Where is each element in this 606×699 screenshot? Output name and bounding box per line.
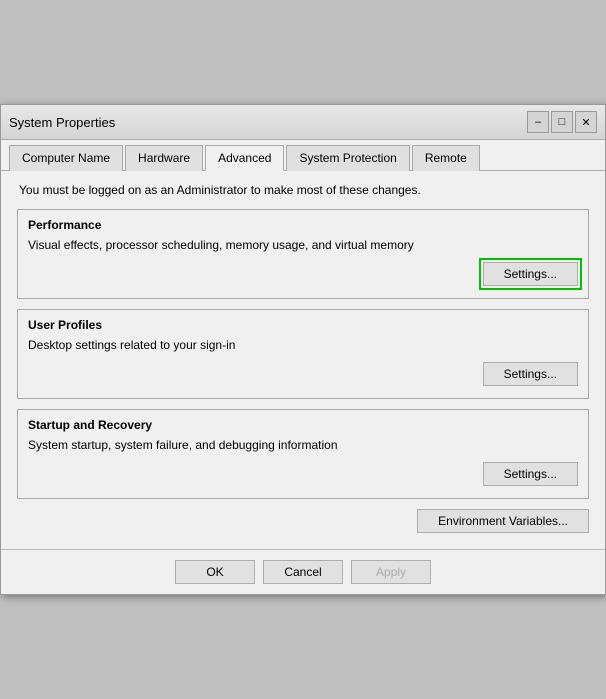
- cancel-button[interactable]: Cancel: [263, 560, 343, 584]
- tab-system-protection[interactable]: System Protection: [286, 145, 409, 171]
- startup-recovery-btn-row: Settings...: [28, 462, 578, 486]
- user-profiles-description: Desktop settings related to your sign-in: [28, 338, 578, 352]
- tab-advanced[interactable]: Advanced: [205, 145, 284, 171]
- system-properties-window: System Properties – □ ✕ Computer Name Ha…: [0, 104, 606, 595]
- performance-title: Performance: [28, 218, 578, 232]
- env-variables-row: Environment Variables...: [17, 509, 589, 533]
- window-title: System Properties: [9, 115, 115, 130]
- user-profiles-btn-row: Settings...: [28, 362, 578, 386]
- admin-notice: You must be logged on as an Administrato…: [17, 183, 589, 197]
- title-bar: System Properties – □ ✕: [1, 105, 605, 140]
- maximize-button[interactable]: □: [551, 111, 573, 133]
- user-profiles-settings-button[interactable]: Settings...: [483, 362, 578, 386]
- performance-settings-button[interactable]: Settings...: [483, 262, 578, 286]
- apply-button[interactable]: Apply: [351, 560, 431, 584]
- footer: OK Cancel Apply: [1, 549, 605, 594]
- performance-description: Visual effects, processor scheduling, me…: [28, 238, 578, 252]
- ok-button[interactable]: OK: [175, 560, 255, 584]
- minimize-button[interactable]: –: [527, 111, 549, 133]
- user-profiles-section: User Profiles Desktop settings related t…: [17, 309, 589, 399]
- startup-recovery-title: Startup and Recovery: [28, 418, 578, 432]
- tab-content: You must be logged on as an Administrato…: [1, 171, 605, 549]
- environment-variables-button[interactable]: Environment Variables...: [417, 509, 589, 533]
- tab-remote[interactable]: Remote: [412, 145, 480, 171]
- user-profiles-title: User Profiles: [28, 318, 578, 332]
- title-bar-controls: – □ ✕: [527, 111, 597, 133]
- close-button[interactable]: ✕: [575, 111, 597, 133]
- startup-recovery-settings-button[interactable]: Settings...: [483, 462, 578, 486]
- performance-btn-row: Settings...: [28, 262, 578, 286]
- performance-section: Performance Visual effects, processor sc…: [17, 209, 589, 299]
- startup-recovery-description: System startup, system failure, and debu…: [28, 438, 578, 452]
- startup-recovery-section: Startup and Recovery System startup, sys…: [17, 409, 589, 499]
- tab-hardware[interactable]: Hardware: [125, 145, 203, 171]
- tab-computer-name[interactable]: Computer Name: [9, 145, 123, 171]
- tabs-container: Computer Name Hardware Advanced System P…: [1, 140, 605, 171]
